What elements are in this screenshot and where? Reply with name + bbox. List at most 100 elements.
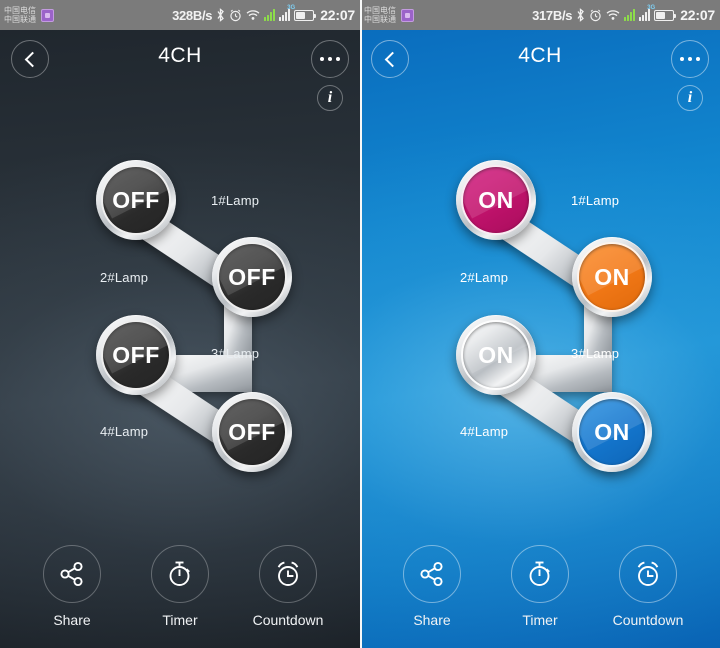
switch-face-1: OFF	[101, 165, 171, 235]
wifi-icon	[606, 9, 620, 21]
carrier-line-2: 中国联通	[364, 15, 396, 24]
back-button[interactable]	[371, 40, 409, 78]
bluetooth-icon	[216, 8, 225, 22]
timer-button[interactable]: Timer	[132, 545, 228, 628]
share-nodes-icon	[420, 561, 443, 587]
status-bar: 中国电信 中国联通 317B/s 3G 22:07	[360, 0, 720, 30]
countdown-button[interactable]: Countdown	[240, 545, 336, 628]
page-title: 4CH	[158, 44, 202, 67]
alarm-clock-icon	[277, 561, 299, 586]
more-options-icon	[680, 57, 700, 61]
share-label: Share	[53, 612, 91, 628]
wifi-icon	[246, 9, 260, 21]
more-options-button[interactable]	[311, 40, 349, 78]
switch-state-4: OFF	[228, 418, 276, 445]
switch-state-2: OFF	[228, 263, 276, 290]
lamp-label-1: 1#Lamp	[571, 193, 620, 208]
switch-toggle-2[interactable]: ON	[572, 237, 652, 317]
alarm-clock-icon	[637, 561, 659, 586]
carrier-labels: 中国电信 中国联通	[364, 6, 396, 24]
battery-icon	[294, 9, 317, 21]
status-bar: 中国电信 中国联通 328B/s 3G 22:07	[0, 0, 360, 30]
signal-bars-icon-2: 3G	[639, 5, 655, 21]
panel-divider	[360, 0, 362, 648]
countdown-label: Countdown	[612, 612, 684, 628]
back-button[interactable]	[11, 40, 49, 78]
lamp-label-3: 3#Lamp	[211, 346, 260, 361]
switch-toggle-2[interactable]: OFF	[212, 237, 292, 317]
alarm-icon	[229, 9, 242, 22]
stopwatch-icon	[169, 561, 190, 586]
share-button[interactable]: Share	[24, 545, 120, 628]
chevron-left-icon	[24, 51, 40, 67]
timer-button-circle	[511, 545, 569, 603]
switch-toggle-1[interactable]: ON	[456, 160, 536, 240]
app-header: 4CH i	[360, 30, 720, 111]
switch-toggle-3[interactable]: OFF	[96, 315, 176, 395]
lamp-label-4: 4#Lamp	[460, 424, 509, 439]
info-icon: i	[327, 89, 333, 106]
switch-face-3: OFF	[101, 320, 171, 390]
info-button[interactable]: i	[677, 85, 703, 111]
share-nodes-icon	[60, 561, 83, 587]
share-button[interactable]: Share	[384, 545, 480, 628]
switch-toggle-3[interactable]: ON	[456, 315, 536, 395]
timer-button-circle	[151, 545, 209, 603]
sim-card-icon	[401, 8, 414, 22]
switch-face-3: ON	[461, 320, 531, 390]
status-clock: 22:07	[680, 7, 715, 23]
timer-label: Timer	[162, 612, 198, 628]
stopwatch-icon	[529, 561, 550, 586]
sim-card-icon	[41, 8, 54, 22]
carrier-labels: 中国电信 中国联通	[4, 6, 36, 24]
switch-toggle-4[interactable]: OFF	[212, 392, 292, 472]
switch-face-1: ON	[461, 165, 531, 235]
info-icon: i	[687, 89, 693, 106]
switch-state-4: ON	[594, 418, 630, 445]
more-options-button[interactable]	[671, 40, 709, 78]
switch-face-4: OFF	[217, 397, 287, 467]
status-clock: 22:07	[320, 7, 355, 23]
share-button-circle	[43, 545, 101, 603]
timer-button[interactable]: Timer	[492, 545, 588, 628]
switch-face-2: OFF	[217, 242, 287, 312]
lamp-label-2: 2#Lamp	[460, 270, 509, 285]
bottom-toolbar: Share Timer Countdown	[360, 545, 720, 628]
carrier-line-2: 中国联通	[4, 15, 36, 24]
dual-screenshot-comparison: 中国电信 中国联通 328B/s 3G 22:07 4CH i OFF OFF …	[0, 0, 720, 648]
switch-state-1: ON	[478, 186, 514, 213]
network-speed: 317B/s	[532, 7, 573, 23]
phone-screen-on: 中国电信 中国联通 317B/s 3G 22:07 4CH i ON ON ON…	[360, 0, 720, 648]
carrier-line-1: 中国电信	[364, 6, 396, 15]
network-speed: 328B/s	[172, 7, 213, 23]
app-header: 4CH i	[0, 30, 360, 111]
battery-icon	[654, 9, 677, 21]
switch-state-2: ON	[594, 263, 630, 290]
signal-bars-icon-1	[264, 9, 276, 21]
bottom-toolbar: Share Timer Countdown	[0, 545, 360, 628]
chevron-left-icon	[384, 51, 400, 67]
share-button-circle	[403, 545, 461, 603]
signal-bars-icon-1	[624, 9, 636, 21]
lamp-label-4: 4#Lamp	[100, 424, 149, 439]
timer-label: Timer	[522, 612, 558, 628]
alarm-icon	[589, 9, 602, 22]
switch-state-3: ON	[478, 341, 514, 368]
countdown-button-circle	[619, 545, 677, 603]
lamp-label-3: 3#Lamp	[571, 346, 620, 361]
lamp-label-1: 1#Lamp	[211, 193, 260, 208]
switch-state-3: OFF	[112, 341, 160, 368]
switch-toggle-1[interactable]: OFF	[96, 160, 176, 240]
countdown-label: Countdown	[252, 612, 324, 628]
countdown-button-circle	[259, 545, 317, 603]
info-button[interactable]: i	[317, 85, 343, 111]
share-label: Share	[413, 612, 451, 628]
countdown-button[interactable]: Countdown	[600, 545, 696, 628]
bluetooth-icon	[576, 8, 585, 22]
phone-screen-off: 中国电信 中国联通 328B/s 3G 22:07 4CH i OFF OFF …	[0, 0, 360, 648]
switch-toggle-4[interactable]: ON	[572, 392, 652, 472]
switch-state-1: OFF	[112, 186, 160, 213]
page-title: 4CH	[518, 44, 562, 67]
carrier-line-1: 中国电信	[4, 6, 36, 15]
more-options-icon	[320, 57, 340, 61]
